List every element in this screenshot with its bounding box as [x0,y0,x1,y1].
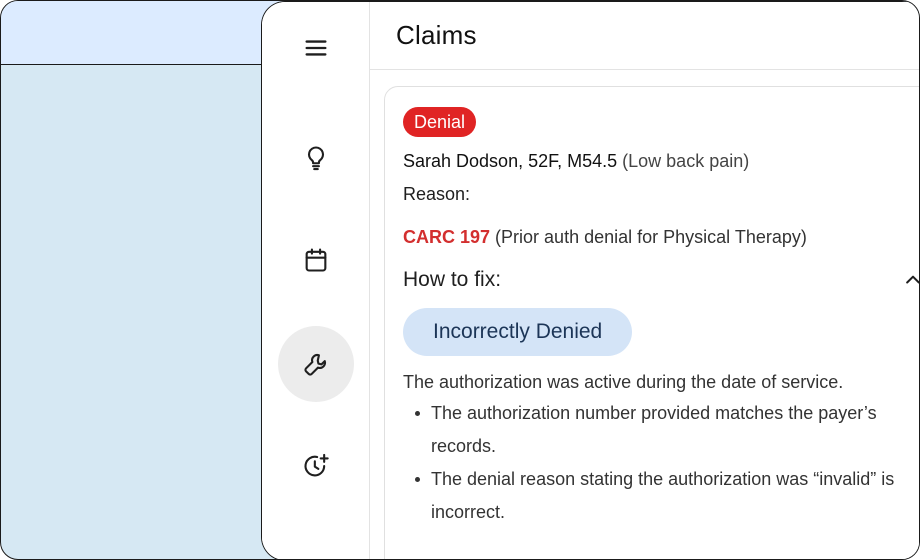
navigation-rail [262,2,370,559]
patient-diagnosis: (Low back pain) [622,151,750,171]
history-button[interactable] [278,428,354,504]
calendar-icon [305,248,327,272]
patient-line: Sarah Dodson, 52F, M54.5 (Low back pain) [403,151,919,172]
list-item: The authorization number provided matche… [415,397,919,463]
carc-code: CARC 197 [403,227,491,247]
calendar-button[interactable] [278,222,354,298]
clock-plus-icon [304,453,329,477]
patient-name: Sarah Dodson, 52F, M54.5 [403,151,618,171]
reason-label: Reason: [403,184,471,204]
tools-button[interactable] [278,326,354,402]
menu-icon [305,40,327,56]
claims-panel: Claims Denial Sarah Dodson, 52F, M54.5 (… [261,1,919,559]
chevron-up-icon [906,275,919,284]
fix-bullets: The authorization number provided matche… [403,397,919,529]
incorrectly-denied-chip[interactable]: Incorrectly Denied [403,308,633,356]
carc-line: CARC 197 (Prior auth denial for Physical… [403,227,919,248]
lightbulb-icon [307,146,325,171]
claim-card: Denial Sarah Dodson, 52F, M54.5 (Low bac… [384,86,919,559]
page-header: Claims [370,2,919,70]
page-title: Claims [396,20,477,50]
fix-explanation: The authorization was active during the … [403,372,844,392]
background-topbar [1,1,301,65]
carc-description: (Prior auth denial for Physical Therapy) [495,227,807,247]
menu-button[interactable] [278,10,354,86]
denial-badge: Denial [403,107,477,137]
ideas-button[interactable] [278,120,354,196]
how-to-fix-title: How to fix: [403,268,502,291]
wrench-icon [304,353,327,376]
list-item: The denial reason stating the authorizat… [415,463,919,529]
collapse-button[interactable] [903,270,919,290]
app-frame: Claims Denial Sarah Dodson, 52F, M54.5 (… [0,0,920,560]
main-content: Claims Denial Sarah Dodson, 52F, M54.5 (… [370,2,919,559]
how-to-fix-header[interactable]: How to fix: [403,268,919,292]
